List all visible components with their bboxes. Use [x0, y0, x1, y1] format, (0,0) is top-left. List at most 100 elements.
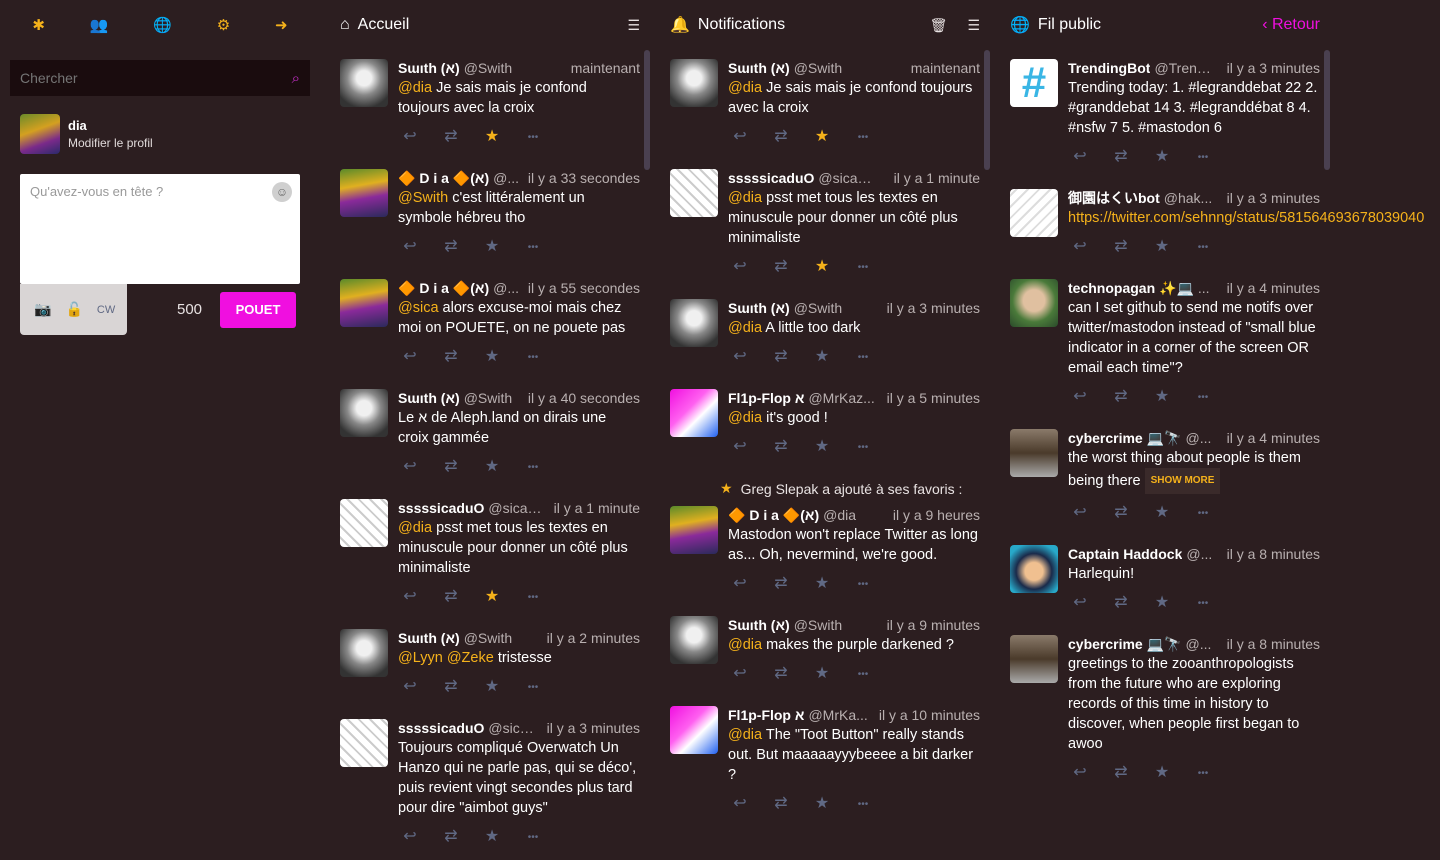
- more-icon[interactable]: •••: [1193, 236, 1213, 260]
- more-icon[interactable]: •••: [523, 346, 543, 370]
- boost-icon[interactable]: ⇄: [771, 663, 791, 687]
- timestamp[interactable]: il y a 3 minutes: [1227, 59, 1320, 78]
- more-icon[interactable]: •••: [853, 436, 873, 460]
- boost-icon[interactable]: ⇄: [441, 826, 461, 850]
- display-name[interactable]: technopagan ✨💻: [1068, 279, 1194, 298]
- more-icon[interactable]: •••: [853, 126, 873, 150]
- avatar[interactable]: [670, 59, 718, 107]
- account-handle[interactable]: @Swith: [794, 616, 879, 635]
- reply-icon[interactable]: ↩: [400, 456, 420, 480]
- favourite-icon[interactable]: ★: [482, 236, 502, 260]
- status[interactable]: Sɯıth (א) @Swith il y a 9 minutes @dia make…: [660, 607, 990, 697]
- display-name[interactable]: Captain Haddock: [1068, 545, 1182, 564]
- settings-sliders-icon[interactable]: ☰: [967, 17, 980, 34]
- boost-icon[interactable]: ⇄: [771, 346, 791, 370]
- more-icon[interactable]: •••: [853, 346, 873, 370]
- timestamp[interactable]: il y a 33 secondes: [528, 169, 640, 188]
- status[interactable]: 🔶 D i a 🔶(א) @dia il y a 9 heures Mastodon …: [660, 497, 990, 607]
- emoji-picker-icon[interactable]: ☺: [272, 182, 292, 202]
- avatar[interactable]: [1010, 429, 1058, 477]
- timestamp[interactable]: il y a 4 minutes: [1227, 279, 1320, 298]
- compose-textarea[interactable]: Qu'avez-vous en tête ? ☺: [20, 174, 300, 284]
- timestamp[interactable]: maintenant: [571, 59, 640, 78]
- more-icon[interactable]: •••: [523, 676, 543, 700]
- back-button[interactable]: ‹ Retour: [1262, 16, 1320, 34]
- mention-link[interactable]: @dia: [728, 320, 762, 336]
- timestamp[interactable]: il y a 10 minutes: [879, 706, 980, 725]
- status[interactable]: sssssicaduO@sica@i...il y a 1 minute@dia…: [660, 160, 990, 290]
- boost-icon[interactable]: ⇄: [771, 793, 791, 817]
- display-name[interactable]: sssssicaduO: [728, 169, 814, 188]
- favourite-icon[interactable]: ★: [1152, 592, 1172, 616]
- boost-icon[interactable]: ⇄: [771, 573, 791, 597]
- mention-link[interactable]: @dia: [728, 637, 762, 653]
- account-handle[interactable]: @Swith: [464, 389, 520, 408]
- avatar[interactable]: [1010, 189, 1058, 237]
- avatar[interactable]: [340, 59, 388, 107]
- avatar[interactable]: [670, 169, 718, 217]
- more-icon[interactable]: •••: [523, 126, 543, 150]
- favourite-icon[interactable]: ★: [812, 793, 832, 817]
- account-handle[interactable]: @MrKa...: [808, 706, 870, 725]
- timestamp[interactable]: il y a 3 minutes: [547, 719, 640, 738]
- reply-icon[interactable]: ↩: [1070, 386, 1090, 410]
- favourite-icon[interactable]: ★: [812, 436, 832, 460]
- favourite-icon[interactable]: ★: [812, 126, 832, 150]
- status[interactable]: 🔶 D i a 🔶(א) @... il y a 55 secondes @sica …: [330, 270, 650, 380]
- search-icon[interactable]: ⌕: [292, 70, 300, 87]
- favourite-icon[interactable]: ★: [482, 586, 502, 610]
- show-more-button[interactable]: SHOW MORE: [1144, 468, 1221, 494]
- display-name[interactable]: sssssicaduO: [398, 719, 484, 738]
- display-name[interactable]: Sɯıth (א): [728, 59, 790, 78]
- boost-icon[interactable]: ⇄: [1111, 236, 1131, 260]
- timestamp[interactable]: il y a 3 minutes: [1227, 189, 1320, 208]
- more-icon[interactable]: •••: [523, 236, 543, 260]
- favourite-icon[interactable]: ★: [1152, 236, 1172, 260]
- display-name[interactable]: Sɯıth (א): [398, 629, 460, 648]
- avatar[interactable]: [340, 279, 388, 327]
- more-icon[interactable]: •••: [853, 663, 873, 687]
- avatar[interactable]: [670, 706, 718, 754]
- reply-icon[interactable]: ↩: [1070, 502, 1090, 526]
- favourite-icon[interactable]: ★: [812, 663, 832, 687]
- display-name[interactable]: cybercrime 💻🔭: [1068, 429, 1181, 448]
- local-timeline-icon[interactable]: 👥: [90, 16, 109, 34]
- reply-icon[interactable]: ↩: [400, 126, 420, 150]
- account-handle[interactable]: @dia: [823, 506, 885, 525]
- status[interactable]: Fl1p-Flop א @MrKa... il y a 10 minutes @dia…: [660, 697, 990, 827]
- avatar[interactable]: [340, 719, 388, 767]
- avatar[interactable]: [1010, 635, 1058, 683]
- edit-profile-link[interactable]: Modifier le profil: [68, 136, 153, 150]
- camera-icon[interactable]: 📷: [34, 301, 51, 318]
- favourite-icon[interactable]: ★: [812, 573, 832, 597]
- reply-icon[interactable]: ↩: [1070, 236, 1090, 260]
- boost-icon[interactable]: ⇄: [441, 456, 461, 480]
- reply-icon[interactable]: ↩: [1070, 762, 1090, 786]
- status[interactable]: sssssicaduO @sica... il y a 3 minutes Toujo…: [330, 710, 650, 860]
- more-icon[interactable]: •••: [853, 793, 873, 817]
- account-handle[interactable]: @Swith: [794, 59, 903, 78]
- boost-icon[interactable]: ⇄: [1111, 386, 1131, 410]
- mention-link[interactable]: @dia: [728, 80, 762, 96]
- timestamp[interactable]: il y a 9 minutes: [887, 616, 980, 635]
- display-name[interactable]: Fl1p-Flop א: [728, 389, 804, 408]
- column-title[interactable]: Notifications: [698, 16, 910, 34]
- account-handle[interactable]: @Swith: [464, 59, 563, 78]
- display-name[interactable]: 🔶 D i a 🔶(א): [728, 506, 819, 525]
- account-handle[interactable]: @...: [1185, 635, 1218, 654]
- public-timeline-icon[interactable]: 🌐: [153, 16, 172, 34]
- reply-icon[interactable]: ↩: [400, 586, 420, 610]
- display-name[interactable]: TrendingBot: [1068, 59, 1150, 78]
- avatar[interactable]: [340, 499, 388, 547]
- avatar[interactable]: [670, 506, 718, 554]
- account-handle[interactable]: @...: [493, 279, 520, 298]
- mention-link[interactable]: @dia: [728, 190, 762, 206]
- more-icon[interactable]: •••: [523, 456, 543, 480]
- display-name[interactable]: 御園はくいbot: [1068, 189, 1160, 208]
- mention-link[interactable]: @Swith: [398, 190, 448, 206]
- timestamp[interactable]: il y a 55 secondes: [528, 279, 640, 298]
- favourite-icon[interactable]: ★: [1152, 386, 1172, 410]
- avatar[interactable]: [340, 169, 388, 217]
- reply-icon[interactable]: ↩: [400, 236, 420, 260]
- privacy-unlock-icon[interactable]: 🔓: [65, 301, 82, 318]
